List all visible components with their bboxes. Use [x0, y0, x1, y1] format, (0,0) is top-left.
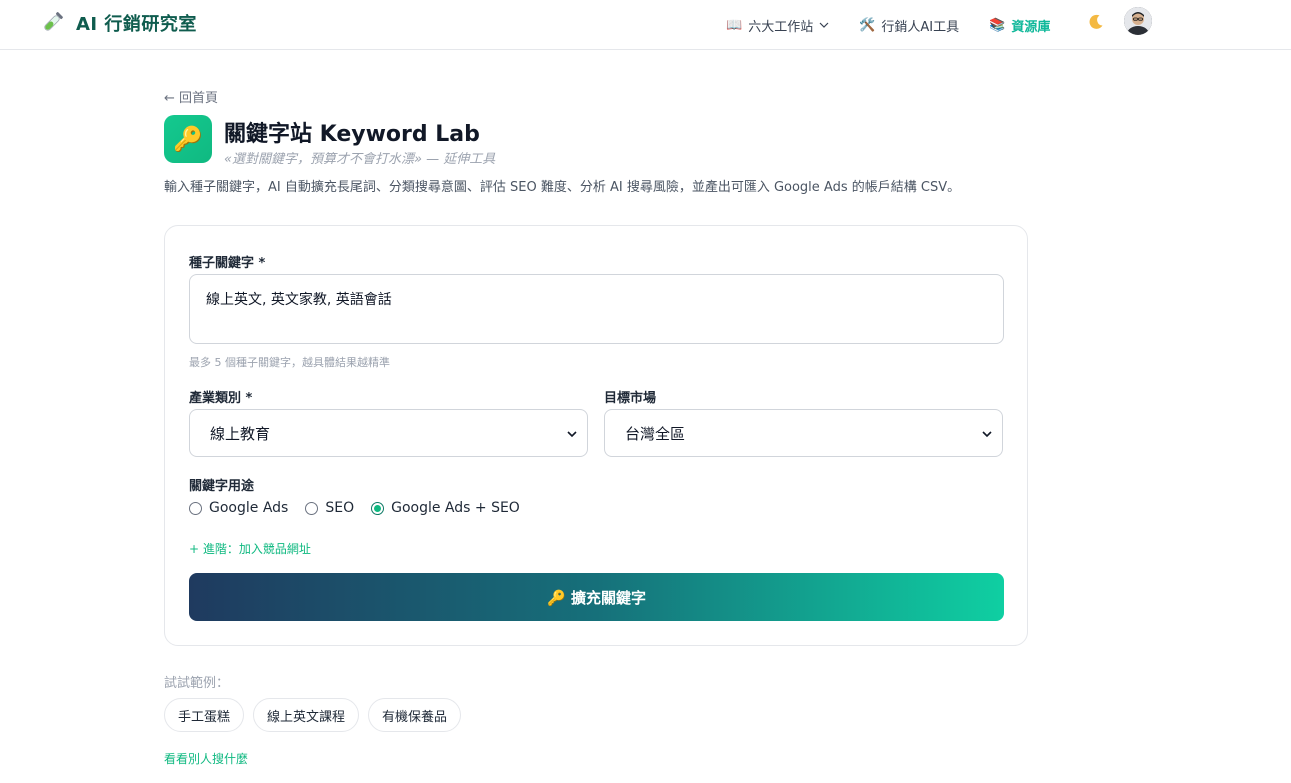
radio-google-ads[interactable]: Google Ads — [189, 500, 288, 516]
nav-item-label: 行銷人AI工具 — [881, 19, 960, 35]
target-market-select[interactable]: 台灣全區 — [604, 409, 1003, 457]
radio-seo[interactable]: SEO — [305, 500, 354, 516]
user-avatar-icon — [1124, 7, 1152, 35]
example-chip[interactable]: 線上英文課程 — [253, 698, 360, 732]
target-market-label: 目標市場 — [604, 391, 657, 406]
example-chips: 手工蛋糕 線上英文課程 有機保養品 — [164, 698, 462, 732]
keyword-form-card: 種子關鍵字 * 最多 5 個種子關鍵字，越具體結果越精準 產業類別 * 線上教育… — [164, 225, 1028, 646]
tools-icon: 🛠️ — [859, 17, 876, 33]
avatar[interactable] — [1124, 7, 1152, 35]
nav-item-ai-tools[interactable]: 🛠️ 行銷人AI工具 — [859, 16, 959, 35]
industry-selected-value: 線上教育 — [210, 424, 271, 443]
seed-keywords-hint: 最多 5 個種子關鍵字，越具體結果越精準 — [189, 356, 390, 369]
moon-icon[interactable] — [1087, 13, 1105, 31]
brand-name: AI 行銷研究室 — [76, 14, 197, 35]
back-home-link[interactable]: ← 回首頁 — [164, 87, 218, 106]
industry-label: 產業類別 * — [189, 391, 253, 406]
chevron-down-icon — [567, 431, 577, 438]
nav-item-resources[interactable]: 📚 資源庫 — [989, 16, 1050, 35]
key-icon: 🔑 — [164, 115, 212, 163]
chevron-down-icon — [982, 431, 992, 438]
test-tube-icon — [44, 12, 63, 31]
books-icon: 📚 — [989, 17, 1006, 33]
book-icon: 📖 — [726, 17, 743, 33]
radio-button[interactable] — [305, 501, 319, 515]
radio-label: Google Ads — [209, 500, 289, 516]
top-navbar: AI 行銷研究室 📖 六大工作站 🛠️ 行銷人AI工具 📚 資源庫 — [0, 0, 1291, 50]
keyword-purpose-label: 關鍵字用途 — [189, 479, 255, 494]
example-chip[interactable]: 有機保養品 — [368, 698, 462, 732]
industry-select[interactable]: 線上教育 — [189, 409, 588, 457]
see-others-search-link[interactable]: 看看別人搜什麼 — [164, 750, 248, 767]
radio-label: SEO — [325, 500, 355, 516]
seed-keywords-label: 種子關鍵字 * — [189, 256, 266, 271]
radio-button[interactable] — [371, 501, 385, 515]
nav-item-label: 資源庫 — [1011, 19, 1051, 35]
target-market-selected-value: 台灣全區 — [625, 424, 686, 443]
radio-button[interactable] — [189, 501, 202, 515]
radio-label: Google Ads + SEO — [391, 500, 520, 516]
advanced-competitor-link[interactable]: + 進階：加入競品網址 — [189, 540, 311, 557]
chevron-down-icon — [819, 22, 829, 28]
page-title: 關鍵字站 Keyword Lab — [224, 122, 480, 147]
expand-keywords-button[interactable]: 🔑 擴充關鍵字 — [189, 573, 1004, 621]
brand[interactable]: AI 行銷研究室 — [38, 9, 197, 37]
radio-google-ads-seo[interactable]: Google Ads + SEO — [371, 500, 520, 516]
seed-keywords-input[interactable] — [189, 274, 1004, 344]
nav-item-label: 六大工作站 — [748, 19, 814, 35]
nav-item-workstations[interactable]: 📖 六大工作站 — [726, 16, 829, 35]
page-description: 輸入種子關鍵字，AI 自動擴充長尾詞、分類搜尋意圖、評估 SEO 難度、分析 A… — [164, 180, 961, 195]
examples-label: 試試範例： — [164, 676, 230, 691]
example-chip[interactable]: 手工蛋糕 — [164, 698, 245, 732]
nav-menu: 📖 六大工作站 🛠️ 行銷人AI工具 📚 資源庫 — [726, 0, 1080, 50]
keyword-purpose-radio-group: Google Ads SEO Google Ads + SEO — [189, 500, 537, 516]
page-subtitle: «選對關鍵字，預算才不會打水漂» — 延伸工具 — [224, 152, 496, 167]
